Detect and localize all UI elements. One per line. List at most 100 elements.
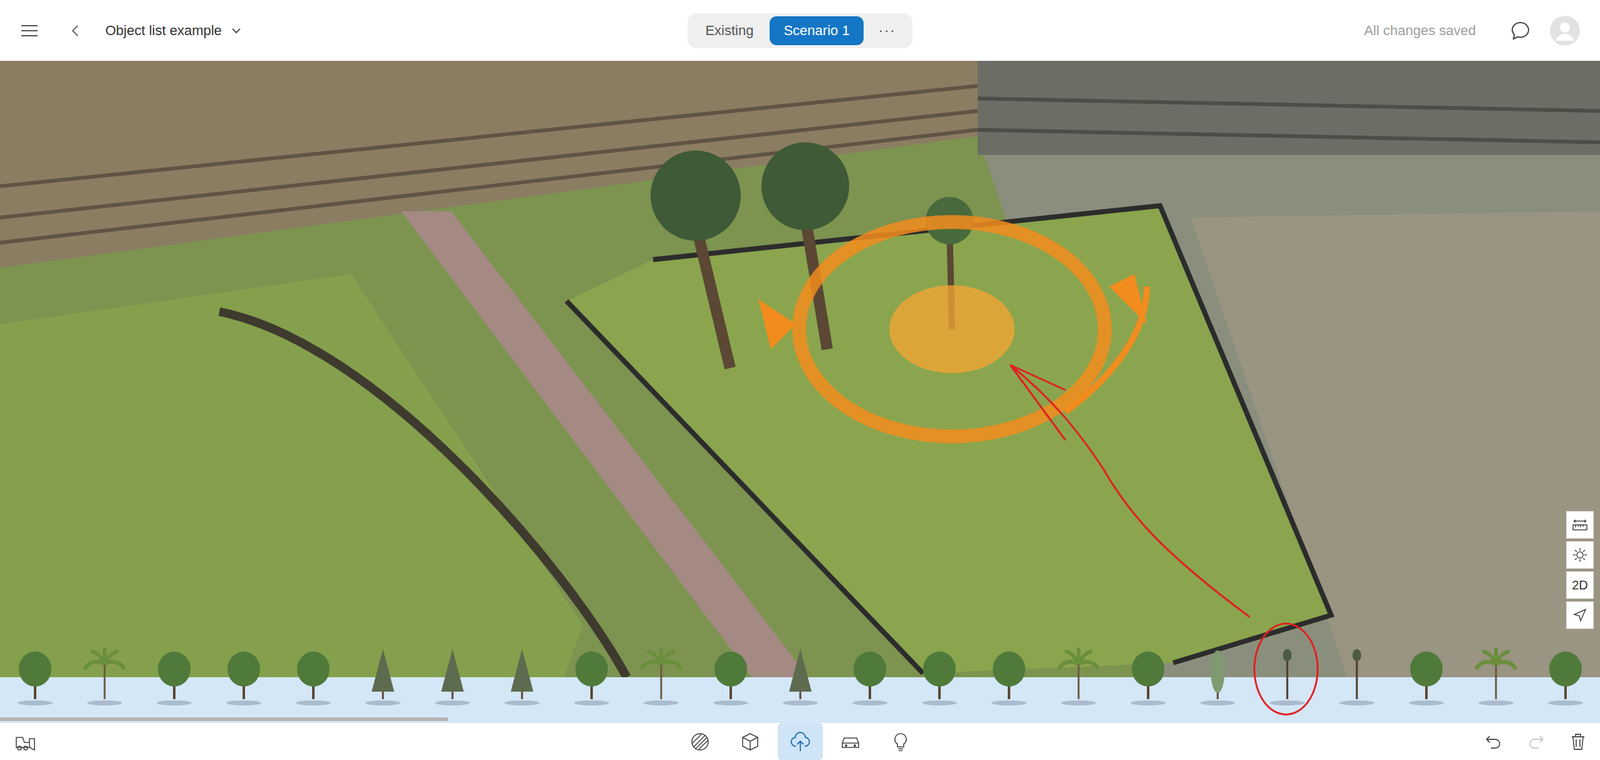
light-bulb-icon: [892, 731, 909, 752]
object-item[interactable]: [1252, 644, 1322, 716]
3d-viewport[interactable]: 2D: [0, 60, 1600, 677]
bulldozer-icon[interactable]: [13, 732, 37, 751]
object-shadow: [1547, 700, 1584, 706]
broad-tree-icon: [10, 644, 61, 699]
app: Object list example ExistingScenario 1···…: [0, 0, 1600, 760]
broad-tree-icon: [218, 644, 269, 699]
object-shadow: [1269, 700, 1305, 706]
broad-tree-icon: [914, 644, 965, 699]
object-item[interactable]: [417, 644, 487, 716]
view-tool-button[interactable]: [1566, 510, 1594, 539]
object-library: [0, 644, 1600, 723]
conifer-tree-icon: [427, 644, 478, 699]
conifer-tree-icon: [357, 644, 408, 699]
trash-icon[interactable]: [1569, 732, 1587, 751]
object-item[interactable]: [208, 644, 279, 716]
object-item[interactable]: [1391, 644, 1461, 716]
broad-tree-icon: [1401, 644, 1452, 699]
object-shadow: [921, 700, 957, 706]
object-item[interactable]: [139, 644, 209, 716]
measure-icon: [1571, 518, 1589, 531]
object-item[interactable]: [69, 644, 140, 716]
object-shadow: [1478, 700, 1514, 706]
palm-tree-icon: [1053, 644, 1104, 699]
palm-tree-icon: [79, 644, 130, 699]
thin-tree-icon: [1262, 644, 1313, 699]
scenario-tab[interactable]: Scenario 1: [769, 16, 863, 46]
view-tool-button[interactable]: 2D: [1566, 570, 1594, 599]
object-shadow: [87, 700, 123, 706]
palm-tree-icon: [636, 644, 687, 699]
navigate-icon: [1573, 607, 1587, 622]
object-item[interactable]: [1182, 644, 1253, 716]
broad-tree-icon: [149, 644, 200, 699]
object-shadow: [1061, 700, 1097, 706]
thin-tree-icon: [1331, 644, 1382, 699]
object-shadow: [852, 700, 888, 706]
back-chevron-icon[interactable]: [70, 23, 81, 39]
object-shadow: [1200, 700, 1236, 706]
toolbar-tool[interactable]: [727, 722, 773, 760]
rotation-gizmo[interactable]: [758, 221, 1147, 437]
car-icon: [839, 732, 862, 751]
object-item[interactable]: [556, 644, 627, 716]
object-item[interactable]: [1460, 644, 1531, 716]
object-shadow: [1130, 700, 1166, 706]
object-shadow: [434, 700, 471, 706]
object-shadow: [782, 700, 818, 706]
object-item[interactable]: [0, 644, 70, 716]
sun-icon: [1572, 547, 1588, 563]
object-shadow: [365, 700, 401, 706]
toolbar-tool[interactable]: [878, 722, 924, 760]
undo-icon[interactable]: [1484, 733, 1503, 750]
object-shadow: [643, 700, 679, 706]
more-button[interactable]: ···: [866, 16, 909, 46]
view-tool-button[interactable]: [1566, 601, 1594, 629]
toolbar-tool[interactable]: [677, 722, 723, 760]
project-selector[interactable]: Object list example: [105, 22, 242, 39]
scrollbar-thumb[interactable]: [0, 716, 449, 721]
columnar-tree-icon: [1192, 644, 1243, 699]
object-item[interactable]: [765, 644, 835, 716]
object-item[interactable]: [1321, 644, 1392, 716]
object-item[interactable]: [904, 644, 974, 716]
chat-icon[interactable]: [1509, 20, 1532, 42]
object-item[interactable]: [486, 644, 557, 716]
broad-tree-icon: [566, 644, 617, 699]
object-shadow: [156, 700, 192, 706]
object-shadow: [295, 700, 331, 706]
object-item[interactable]: [1043, 644, 1114, 716]
object-shadow: [226, 700, 262, 706]
scenario-switch: ExistingScenario 1···: [687, 13, 912, 49]
broad-tree-icon: [844, 644, 895, 699]
bottom-toolbar: [0, 722, 1600, 760]
menu-icon[interactable]: [20, 23, 39, 39]
object-item[interactable]: [973, 644, 1044, 716]
view-tool-button[interactable]: [1566, 540, 1594, 569]
annotation-arrow: [1010, 364, 1250, 617]
object-shadow: [1339, 700, 1375, 706]
scene-render: [0, 60, 1600, 677]
conifer-tree-icon: [775, 644, 826, 699]
object-shadow: [713, 700, 749, 706]
toolbar-tool[interactable]: [777, 722, 823, 760]
2d-toggle-label: 2D: [1571, 577, 1589, 593]
object-item[interactable]: [626, 644, 696, 716]
toolbar-tool[interactable]: [827, 722, 874, 760]
placed-tree[interactable]: [650, 150, 741, 368]
object-item[interactable]: [347, 644, 418, 716]
conifer-tree-icon: [496, 644, 548, 699]
scenario-tab[interactable]: Existing: [691, 16, 768, 46]
object-item[interactable]: [834, 644, 905, 716]
save-status: All changes saved: [1363, 22, 1476, 39]
library-scrollbar[interactable]: [0, 715, 1600, 723]
top-bar: Object list example ExistingScenario 1···…: [0, 0, 1600, 61]
object-item[interactable]: [695, 644, 766, 716]
redo-icon: [1527, 733, 1545, 750]
object-item[interactable]: [1113, 644, 1183, 716]
object-item[interactable]: [1530, 644, 1600, 716]
hatched-area-icon: [690, 731, 711, 752]
broad-tree-icon: [983, 644, 1035, 699]
object-item[interactable]: [278, 644, 348, 716]
user-avatar[interactable]: [1549, 15, 1580, 46]
